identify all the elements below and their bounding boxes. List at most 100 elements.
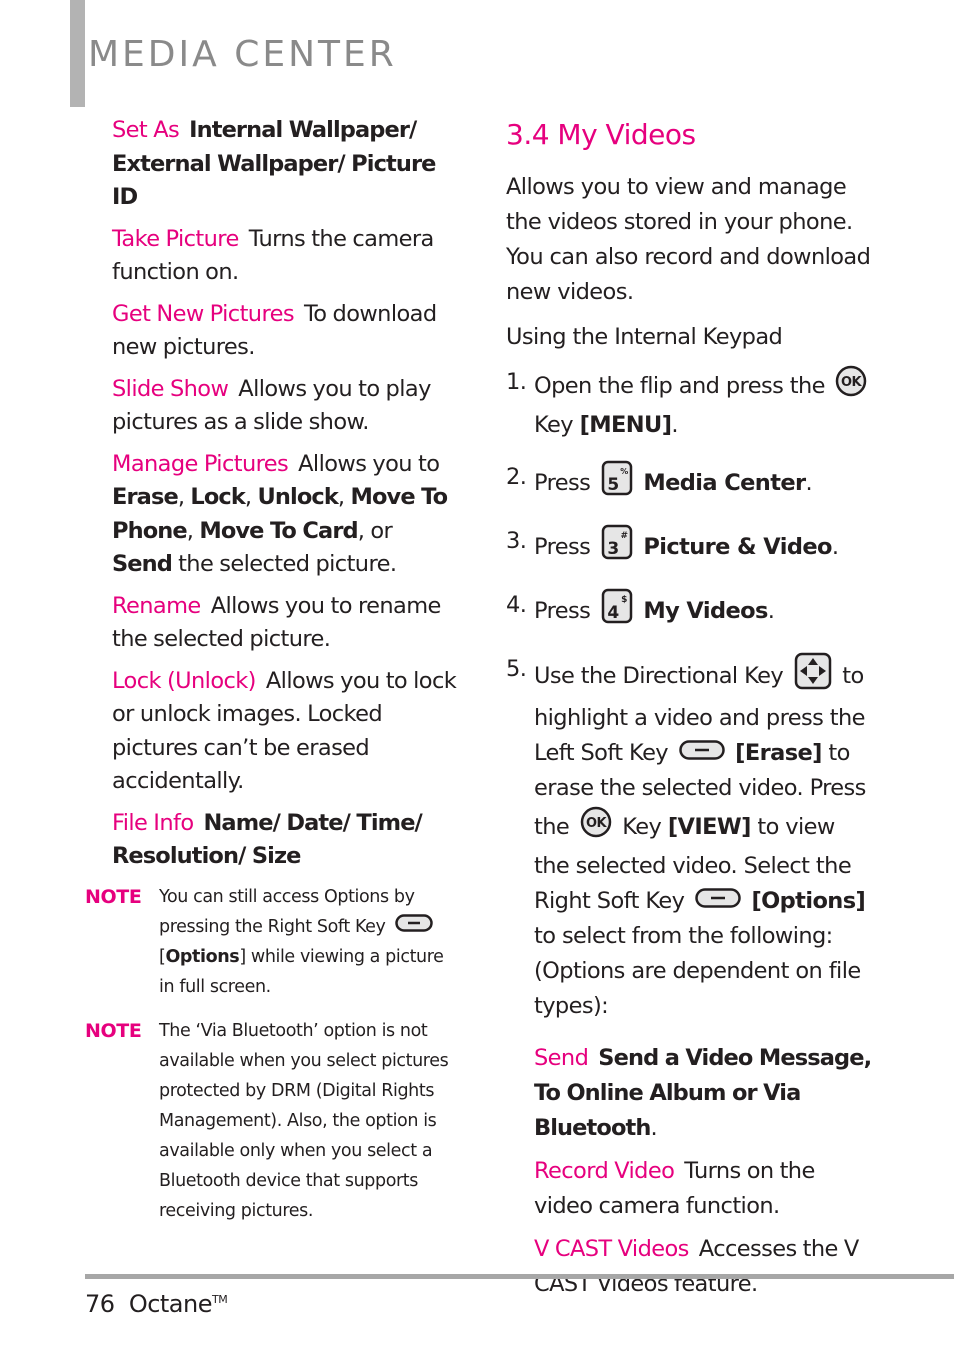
note-text: The ‘Via Bluetooth’ option is not availa… (159, 1021, 449, 1221)
step-end: . (671, 412, 678, 438)
conjunction: or (370, 517, 393, 544)
key-symbol: % (620, 467, 628, 476)
intro-paragraph: Allows you to view and manage the videos… (506, 174, 871, 305)
step-text: Use the Directional Key (534, 663, 784, 689)
step-4: 4. Press 4 $ My Videos. (506, 588, 876, 635)
description-end: . (650, 1115, 658, 1141)
term: Lock (Unlock) (112, 667, 256, 694)
note-options: NOTE You can still access Options by pre… (85, 882, 455, 1002)
page-footer: 76 OctaneTM (85, 1290, 228, 1318)
key-symbol: $ (621, 595, 627, 605)
step-bold: [Erase] (735, 740, 822, 766)
option-unlock: Unlock (257, 484, 339, 510)
notes: NOTE You can still access Options by pre… (85, 882, 455, 1240)
entry-set-as: Set As Internal Wallpaper/ External Wallp… (112, 114, 457, 215)
section-heading: 3.4 My Videos (506, 118, 696, 151)
step-5: 5. Use the Directional Key to highlight … (506, 652, 876, 1024)
option-erase: Erase (112, 484, 179, 510)
step-number: 4. (506, 592, 527, 618)
svg-text:OK: OK (586, 816, 607, 831)
entry-manage-pictures: Manage Pictures Allows you to Erase, Lock… (112, 450, 448, 578)
subheading: Using the Internal Keypad (506, 324, 783, 350)
step-text: Press (534, 598, 591, 624)
step-end: . (831, 534, 839, 560)
left-column: Set As Internal Wallpaper/ External Wallp… (112, 114, 457, 882)
step-3: 3. Press 3 # Picture & Video. (506, 524, 876, 571)
step-body: Use the Directional Key to highlight a v… (534, 652, 876, 1024)
term: Get New Pictures (112, 300, 295, 327)
description-suffix: the selected picture. (178, 551, 397, 577)
note-text: You can still access Options by pressing… (159, 887, 444, 997)
step-bold: [Options] (751, 888, 866, 914)
product-name: Octane (128, 1290, 213, 1318)
note-label: NOTE (85, 1020, 142, 1042)
term: File Info (112, 809, 194, 836)
step-bold: [MENU] (579, 412, 672, 438)
option-record-video: Record Video Turns on the video camera fu… (534, 1154, 876, 1224)
directional-key-icon (794, 652, 832, 701)
key-digit: 4 (607, 603, 619, 623)
option-lock: Lock (190, 484, 245, 510)
key-symbol: # (620, 531, 627, 541)
term: Send (534, 1045, 589, 1071)
option-send: Send Send a Video Message, To Online Albu… (534, 1041, 876, 1146)
entry-take-picture: Take Picture Turns the camera function on… (112, 223, 457, 290)
term: Rename (112, 592, 201, 619)
term: Slide Show (112, 375, 229, 402)
soft-key-icon (394, 912, 433, 942)
entry-get-new-pictures: Get New Pictures To download new pictures… (112, 298, 457, 365)
entry-slide-show: Slide Show Allows you to play pictures as… (112, 373, 457, 440)
step-body: Press 5% Media Center. (534, 460, 876, 507)
term: Take Picture (112, 225, 239, 252)
ok-key-icon: OK (580, 806, 612, 849)
section-title: MEDIA CENTER (88, 34, 397, 75)
video-options: Send Send a Video Message, To Online Albu… (534, 1041, 876, 1302)
note-bluetooth: NOTE The ‘Via Bluetooth’ option is not a… (85, 1016, 455, 1226)
entry-lock-unlock: Lock (Unlock) Allows you to lock or unloc… (112, 665, 457, 799)
entry-file-info: File Info Name/ Date/ Time/ Resolution/ S… (112, 807, 457, 874)
term: V CAST Videos (534, 1236, 689, 1262)
step-body: Press 4 $ My Videos. (534, 588, 876, 635)
step-text: to select from the following: (Options a… (534, 923, 861, 1019)
step-text: Press (534, 534, 591, 560)
step-1: 1. Open the flip and press the OK Key [M… (506, 365, 876, 443)
step-text: Open the flip and press the (534, 373, 825, 399)
step-bold: [VIEW] (667, 814, 752, 840)
trademark: TM (212, 1293, 228, 1306)
note-text-part: You can still access Options by pressing… (159, 887, 415, 937)
step-bold: Picture & Video (643, 534, 832, 560)
option-move-to-card: Move To Card (199, 517, 358, 544)
step-bold: My Videos (643, 598, 768, 624)
step-number: 2. (506, 464, 527, 490)
note-bold: Options (165, 947, 240, 967)
step-body: Press 3 # Picture & Video. (534, 524, 876, 571)
step-end: . (767, 598, 775, 624)
key-digit: 5 (607, 475, 618, 495)
term: Set As (112, 117, 180, 143)
key-4-icon: 4 $ (601, 588, 633, 635)
step-bold: Media Center (643, 470, 806, 496)
ok-key-icon: OK (835, 365, 867, 408)
term: Manage Pictures (112, 450, 289, 477)
step-number: 1. (506, 369, 527, 395)
term: Record Video (534, 1158, 675, 1184)
left-soft-key-icon (678, 736, 725, 771)
note-label: NOTE (85, 886, 142, 908)
option-send: Send (112, 551, 173, 577)
key-3-icon: 3 # (601, 524, 633, 571)
page-number: 76 (85, 1290, 115, 1318)
step-body: Open the flip and press the OK Key [MENU… (534, 365, 876, 443)
svg-text:OK: OK (841, 375, 862, 390)
key-5-icon: 5% (601, 460, 633, 507)
step-number: 3. (506, 528, 527, 554)
step-2: 2. Press 5% Media Center. (506, 460, 876, 507)
step-text: Press (534, 470, 591, 496)
right-soft-key-icon (695, 884, 741, 919)
option-vcast-videos: V CAST Videos Accesses the V CAST Videos … (534, 1232, 876, 1302)
step-end: . (805, 470, 813, 496)
footer-rule (85, 1274, 954, 1279)
entry-rename: Rename Allows you to rename the selected … (112, 590, 457, 657)
section-side-bar (70, 0, 85, 107)
step-text: Key (534, 412, 574, 438)
key-digit: 3 (607, 539, 618, 559)
